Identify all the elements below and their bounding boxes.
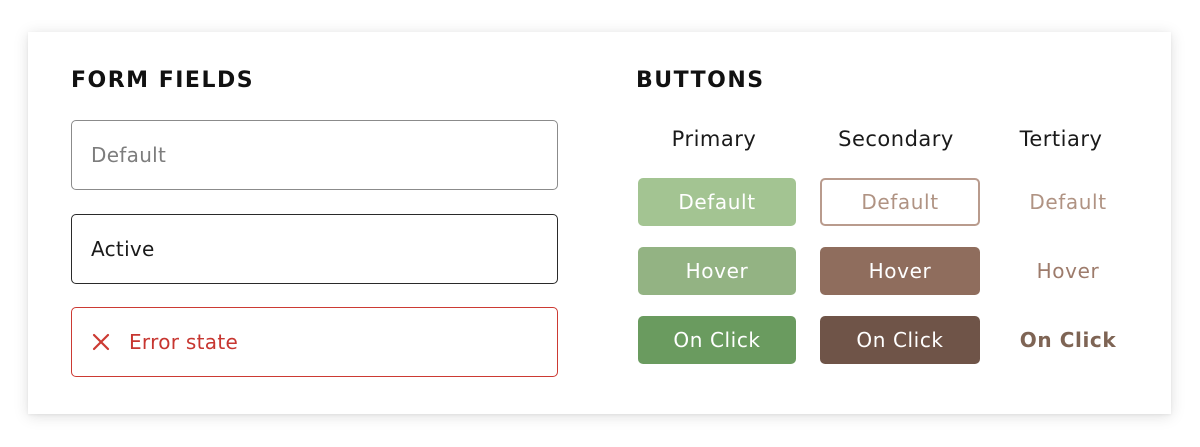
primary-default-button[interactable]: Default (638, 178, 796, 226)
tertiary-click-button[interactable]: On Click (986, 316, 1150, 364)
canvas: FORM FIELDS Default Active Error state B… (0, 0, 1200, 447)
tertiary-column-header: Tertiary (1019, 127, 1103, 151)
field-error-text: Error state (129, 330, 239, 354)
secondary-hover-button[interactable]: Hover (820, 247, 980, 295)
field-default-text: Default (91, 143, 167, 167)
secondary-click-button[interactable]: On Click (820, 316, 980, 364)
text-field-error[interactable]: Error state (71, 307, 558, 377)
field-active-text: Active (91, 237, 155, 261)
text-field-default[interactable]: Default (71, 120, 558, 190)
close-x-icon (92, 333, 110, 351)
text-field-active[interactable]: Active (71, 214, 558, 284)
style-guide-card: FORM FIELDS Default Active Error state B… (28, 32, 1171, 414)
tertiary-default-button[interactable]: Default (986, 178, 1150, 226)
buttons-title: BUTTONS (636, 68, 765, 93)
form-fields-title: FORM FIELDS (71, 68, 255, 93)
secondary-column-header: Secondary (838, 127, 954, 151)
primary-click-button[interactable]: On Click (638, 316, 796, 364)
primary-hover-button[interactable]: Hover (638, 247, 796, 295)
primary-column-header: Primary (671, 127, 757, 151)
secondary-default-button[interactable]: Default (820, 178, 980, 226)
tertiary-hover-button[interactable]: Hover (986, 247, 1150, 295)
